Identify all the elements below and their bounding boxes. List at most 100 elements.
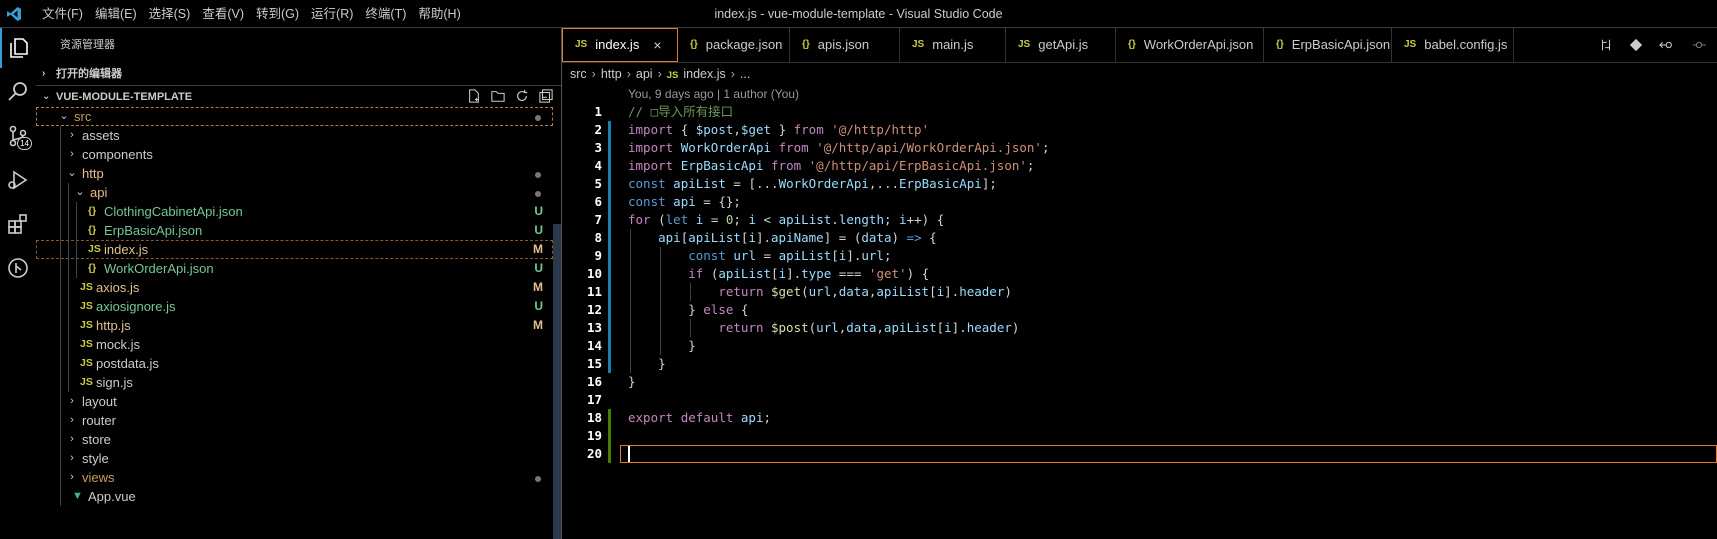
sidebar-scrollbar[interactable] xyxy=(553,224,561,539)
file-item[interactable]: JS index.js M xyxy=(36,240,553,259)
git-modified-marker[interactable] xyxy=(608,175,611,193)
editor-tab[interactable]: JS babel.config.js xyxy=(1392,28,1514,62)
code-line[interactable]: 14 } xyxy=(562,337,1717,355)
chevron-right-icon: › xyxy=(70,452,74,464)
code-line[interactable]: 19 xyxy=(562,427,1717,445)
git-modified-marker[interactable] xyxy=(608,301,611,319)
code-line[interactable]: 4 import ErpBasicApi from '@/http/api/Erp… xyxy=(562,157,1717,175)
menu-item[interactable]: 编辑(E) xyxy=(89,0,143,28)
folder-item[interactable]: › views xyxy=(36,468,553,487)
go-forward-icon[interactable] xyxy=(1691,38,1707,52)
folder-item[interactable]: ⌄ http xyxy=(36,164,553,183)
file-item[interactable]: JS mock.js xyxy=(36,335,553,354)
code-line[interactable]: 1 // □导入所有接口 xyxy=(562,103,1717,121)
code-line[interactable]: 8 api[apiList[i].apiName] = (data) => { xyxy=(562,229,1717,247)
file-item[interactable]: JS http.js M xyxy=(36,316,553,335)
file-item[interactable]: JS sign.js xyxy=(36,373,553,392)
breadcrumb-item[interactable]: http xyxy=(601,67,622,81)
code-line[interactable]: 20 xyxy=(562,445,1717,463)
code-line[interactable]: 6 const api = {}; xyxy=(562,193,1717,211)
run-debug-button[interactable] xyxy=(0,160,36,200)
new-file-icon[interactable] xyxy=(467,89,481,103)
git-modified-marker[interactable] xyxy=(608,211,611,229)
git-blame-annotation[interactable]: You, 9 days ago | 1 author (You) xyxy=(628,85,799,103)
code-line[interactable]: 17 xyxy=(562,391,1717,409)
git-commit-icon[interactable] xyxy=(1629,38,1643,52)
folder-item[interactable]: › style xyxy=(36,449,553,468)
git-modified-marker[interactable] xyxy=(608,247,611,265)
file-item[interactable]: JS axios.js M xyxy=(36,278,553,297)
code-line[interactable]: 11 return $get(url,data,apiList[i].heade… xyxy=(562,283,1717,301)
code-line[interactable]: 13 return $post(url,data,apiList[i].head… xyxy=(562,319,1717,337)
folder-item[interactable]: › components xyxy=(36,145,553,164)
folder-item[interactable]: › router xyxy=(36,411,553,430)
search-button[interactable] xyxy=(0,72,36,112)
code-line[interactable]: 15 } xyxy=(562,355,1717,373)
breadcrumb-item[interactable]: ... xyxy=(740,67,750,81)
workspace-section[interactable]: ⌄ VUE-MODULE-TEMPLATE xyxy=(36,85,561,107)
menu-item[interactable]: 转到(G) xyxy=(250,0,305,28)
menu-item[interactable]: 选择(S) xyxy=(143,0,197,28)
editor-tab[interactable]: {} apis.json xyxy=(790,28,900,62)
code-line[interactable]: 10 if (apiList[i].type === 'get') { xyxy=(562,265,1717,283)
code-line[interactable]: 16} xyxy=(562,373,1717,391)
git-modified-marker[interactable] xyxy=(608,319,611,337)
folder-item[interactable]: › store xyxy=(36,430,553,449)
refresh-icon[interactable] xyxy=(515,89,529,103)
git-modified-marker[interactable] xyxy=(608,157,611,175)
git-modified-marker[interactable] xyxy=(608,229,611,247)
collapse-all-icon[interactable] xyxy=(539,89,553,103)
file-item[interactable]: JS axiosignore.js U xyxy=(36,297,553,316)
git-modified-marker[interactable] xyxy=(608,121,611,139)
new-folder-icon[interactable] xyxy=(491,89,505,103)
menu-item[interactable]: 文件(F) xyxy=(36,0,89,28)
file-item[interactable]: {} WorkOrderApi.json U xyxy=(36,259,553,278)
git-added-marker[interactable] xyxy=(608,445,611,463)
folder-item[interactable]: ⌄ src xyxy=(36,107,553,126)
open-editors-section[interactable]: › 打开的编辑器 xyxy=(36,63,561,85)
compare-changes-icon[interactable] xyxy=(1599,38,1613,52)
code-line[interactable]: 18 export default api; xyxy=(562,409,1717,427)
file-item[interactable]: JS postdata.js xyxy=(36,354,553,373)
git-modified-marker[interactable] xyxy=(608,139,611,157)
code-line[interactable]: 5 const apiList = [...WorkOrderApi,...Erp… xyxy=(562,175,1717,193)
folder-item[interactable]: ⌄ api xyxy=(36,183,553,202)
git-added-marker[interactable] xyxy=(608,409,611,427)
close-icon[interactable]: × xyxy=(653,28,661,62)
menu-item[interactable]: 帮助(H) xyxy=(412,0,466,28)
code-line[interactable]: 7 for (let i = 0; i < apiList.length; i++… xyxy=(562,211,1717,229)
explorer-button[interactable] xyxy=(0,28,36,68)
editor-tab[interactable]: JS index.js × xyxy=(562,28,678,62)
file-item[interactable]: {} ErpBasicApi.json U xyxy=(36,221,553,240)
git-modified-marker[interactable] xyxy=(608,283,611,301)
code-line[interactable]: 12 } else { xyxy=(562,301,1717,319)
menu-item[interactable]: 查看(V) xyxy=(196,0,250,28)
git-modified-marker[interactable] xyxy=(608,355,611,373)
code-line[interactable]: 3 import WorkOrderApi from '@/http/api/Wo… xyxy=(562,139,1717,157)
git-lens-button[interactable] xyxy=(0,248,36,288)
line-number: 14 xyxy=(586,338,602,353)
source-control-button[interactable]: 14 xyxy=(0,116,36,156)
file-item[interactable]: ▼ App.vue xyxy=(36,487,553,506)
file-item[interactable]: {} ClothingCabinetApi.json U xyxy=(36,202,553,221)
folder-item[interactable]: › assets xyxy=(36,126,553,145)
breadcrumb-item[interactable]: src xyxy=(570,67,587,81)
editor-tab[interactable]: {} ErpBasicApi.json xyxy=(1264,28,1392,62)
editor-tab[interactable]: JS main.js xyxy=(900,28,1006,62)
folder-item[interactable]: › layout xyxy=(36,392,553,411)
editor-tab[interactable]: {} package.json xyxy=(678,28,790,62)
breadcrumb-item[interactable]: index.js xyxy=(683,67,725,81)
editor-tab[interactable]: JS getApi.js xyxy=(1006,28,1116,62)
git-modified-marker[interactable] xyxy=(608,193,611,211)
git-modified-marker[interactable] xyxy=(608,337,611,355)
code-line[interactable]: 9 const url = apiList[i].url; xyxy=(562,247,1717,265)
code-line[interactable]: 2 import { $post,$get } from '@/http/http… xyxy=(562,121,1717,139)
go-back-icon[interactable] xyxy=(1659,38,1675,52)
editor-tab[interactable]: {} WorkOrderApi.json xyxy=(1116,28,1264,62)
git-added-marker[interactable] xyxy=(608,427,611,445)
extensions-button[interactable] xyxy=(0,204,36,244)
menu-item[interactable]: 终端(T) xyxy=(359,0,412,28)
menu-item[interactable]: 运行(R) xyxy=(305,0,359,28)
git-modified-marker[interactable] xyxy=(608,265,611,283)
breadcrumb-item[interactable]: api xyxy=(636,67,653,81)
